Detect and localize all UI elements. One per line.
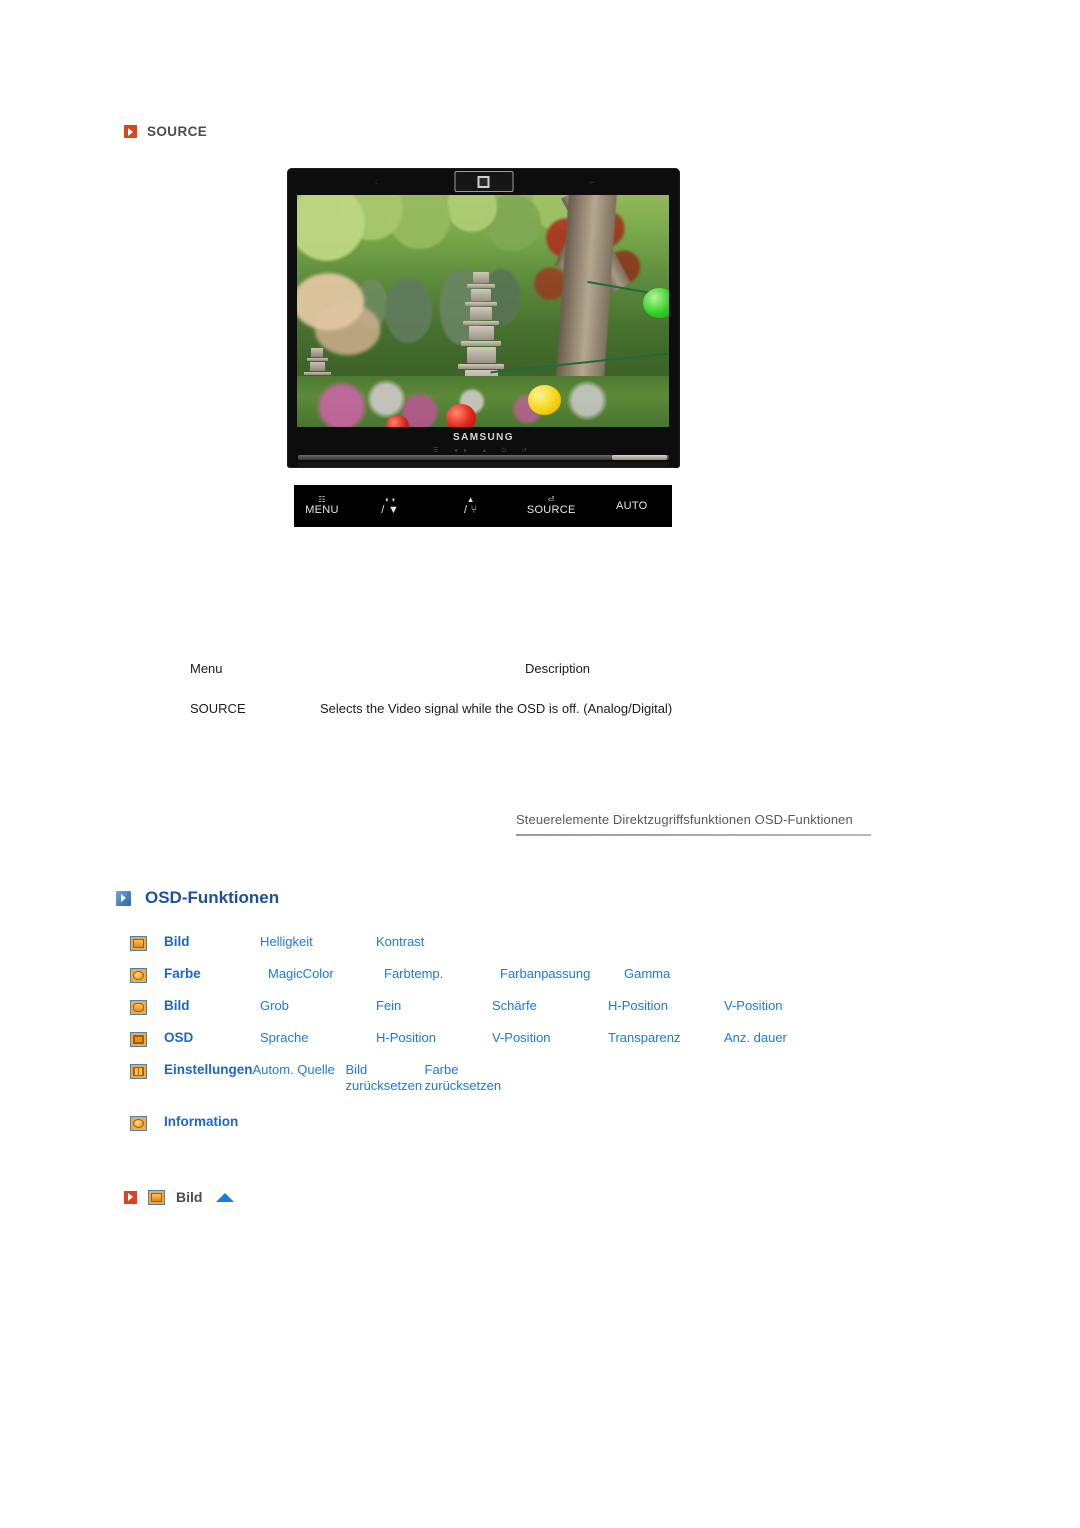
control-button-menu-label: MENU (305, 503, 339, 516)
osd-item[interactable]: Transparenz (608, 1030, 724, 1046)
osd-item[interactable]: Helligkeit (260, 934, 376, 950)
enter-icon: ⏎ (547, 494, 555, 504)
osd-item[interactable]: Farbe zurücksetzen (425, 1062, 504, 1095)
menu-description-table: Menu Description SOURCE Selects the Vide… (190, 660, 890, 718)
up-arrow-icon: ▲ (466, 494, 475, 504)
osd-item[interactable]: Autom. Quelle (253, 1062, 346, 1095)
osd-row-name[interactable]: Information (164, 1114, 304, 1131)
monitor-top-right-mark: ⌐ (589, 177, 596, 187)
samsung-brand-logo: SAMSUNG (453, 432, 514, 443)
osd-row-name[interactable]: Einstellungen (164, 1062, 253, 1079)
source-heading-label: SOURCE (147, 124, 208, 139)
osd-item[interactable]: Bild zurücksetzen (346, 1062, 425, 1095)
image-geometry-icon (130, 1000, 147, 1015)
control-button-auto-label: AUTO (615, 499, 648, 512)
breadcrumb: Steuerelemente Direktzugriffsfunktionen … (516, 812, 871, 836)
monitor-stand-highlight (612, 455, 667, 460)
osd-heading-label: OSD-Funktionen (145, 888, 280, 907)
monitor-top-power-button (454, 171, 513, 192)
screen-left-maple (297, 264, 387, 358)
osd-row-name[interactable]: Bild (164, 998, 260, 1015)
bild-subsection-heading: Bild (124, 1189, 235, 1205)
bild-section-label: Bild (176, 1189, 203, 1205)
control-button-source: ⏎ SOURCE (511, 494, 592, 517)
control-button-brightness-down: ◐◑ / ▼ (350, 494, 431, 517)
table-cell-menu: SOURCE (190, 701, 246, 717)
screen-flower-bed (297, 375, 669, 427)
table-cell-description: Selects the Video signal while the OSD i… (320, 701, 673, 717)
osd-item[interactable]: Gamma (624, 966, 740, 982)
monitor-control-bar: ☷ MENU ◐◑ / ▼ ▲ / ⑂ ⏎ SOURCE AUTO (294, 485, 672, 527)
blue-up-arrow-icon[interactable] (216, 1192, 235, 1202)
osd-item[interactable]: H-Position (376, 1030, 492, 1046)
table-header-row: Menu Description (190, 660, 890, 678)
power-square-icon (477, 175, 490, 188)
osd-row-name[interactable]: Bild (164, 934, 260, 951)
color-icon (130, 968, 147, 983)
control-button-source-label: SOURCE (526, 503, 576, 516)
menu-icon: ☷ (318, 494, 326, 504)
osd-item[interactable]: Grob (260, 998, 376, 1014)
osd-row-items: Autom. Quelle Bild zurücksetzen Farbe zu… (253, 1062, 930, 1095)
control-button-menu: ☷ MENU (294, 494, 350, 517)
control-button-volume-up: ▲ / ⑂ (431, 494, 512, 517)
osd-row-items: Helligkeit Kontrast (260, 934, 930, 950)
osd-item[interactable]: V-Position (492, 1030, 608, 1046)
osd-row-bild[interactable]: Bild Helligkeit Kontrast (130, 934, 930, 953)
screen-lantern-red-small (386, 415, 409, 427)
osd-row-farbe[interactable]: Farbe MagicColor Farbtemp. Farbanpassung… (130, 966, 930, 985)
column-header-description: Description (525, 661, 591, 676)
picture-icon (130, 936, 147, 951)
osd-row-name[interactable]: OSD (164, 1030, 260, 1047)
source-section-heading: SOURCE (124, 124, 207, 139)
monitor-illustration: ∶ ⌐ SAMSUNG ☰ ◂▸ ▴ ⏻ ↺ (287, 168, 680, 468)
osd-item[interactable]: MagicColor (260, 966, 384, 982)
osd-menu-table: Bild Helligkeit Kontrast Farbe MagicColo… (130, 934, 930, 1146)
osd-item[interactable]: Farbtemp. (384, 966, 500, 982)
table-row: SOURCE Selects the Video signal while th… (190, 700, 890, 718)
osd-row-information[interactable]: Information (130, 1114, 930, 1133)
column-header-menu: Menu (190, 661, 223, 676)
osd-item[interactable]: V-Position (724, 998, 840, 1014)
screen-lantern-red (445, 403, 476, 427)
osd-item[interactable]: Farbanpassung (500, 966, 624, 982)
picture-icon (148, 1189, 165, 1205)
breadcrumb-text[interactable]: Steuerelemente Direktzugriffsfunktionen … (516, 812, 871, 827)
information-icon (130, 1115, 147, 1131)
osd-section-heading: OSD-Funktionen (116, 888, 279, 908)
osd-row-bild-geometry[interactable]: Bild Grob Fein Schärfe H-Position V-Posi… (130, 998, 930, 1017)
osd-row-name[interactable]: Farbe (164, 966, 260, 983)
monitor-stand-foot (298, 462, 669, 467)
osd-row-einstellungen[interactable]: Einstellungen Autom. Quelle Bild zurücks… (130, 1062, 930, 1095)
monitor-front-button-glyphs: ☰ ◂▸ ▴ ⏻ ↺ (433, 448, 534, 454)
osd-item[interactable]: Anz. dauer (724, 1030, 840, 1046)
control-button-volume-label: / ⑂ (463, 503, 478, 516)
breadcrumb-rule (516, 834, 871, 836)
osd-item[interactable]: Sprache (260, 1030, 376, 1046)
monitor-body: ∶ ⌐ SAMSUNG ☰ ◂▸ ▴ ⏻ ↺ (287, 168, 680, 468)
osd-icon (130, 1032, 147, 1047)
brightness-icon: ◐◑ (385, 494, 396, 504)
osd-row-items: Sprache H-Position V-Position Transparen… (260, 1030, 930, 1046)
osd-row-osd[interactable]: OSD Sprache H-Position V-Position Transp… (130, 1030, 930, 1049)
orange-play-bullet-icon (124, 125, 137, 138)
orange-play-bullet-icon (124, 1190, 137, 1204)
osd-row-items: MagicColor Farbtemp. Farbanpassung Gamma (260, 966, 930, 982)
control-button-brightness-label: / ▼ (381, 503, 400, 516)
control-button-auto: AUTO (592, 500, 673, 513)
osd-item[interactable]: Kontrast (376, 934, 492, 950)
settings-icon (130, 1064, 147, 1079)
blue-play-bullet-icon (116, 890, 131, 906)
osd-item[interactable]: H-Position (608, 998, 724, 1014)
monitor-top-left-mark: ∶ (375, 177, 379, 187)
monitor-screen (297, 195, 669, 427)
osd-item[interactable]: Fein (376, 998, 492, 1014)
osd-item[interactable]: Schärfe (492, 998, 608, 1014)
monitor-stand-bar (298, 455, 669, 460)
screen-lantern-green (642, 287, 669, 318)
osd-row-items: Grob Fein Schärfe H-Position V-Position (260, 998, 930, 1014)
